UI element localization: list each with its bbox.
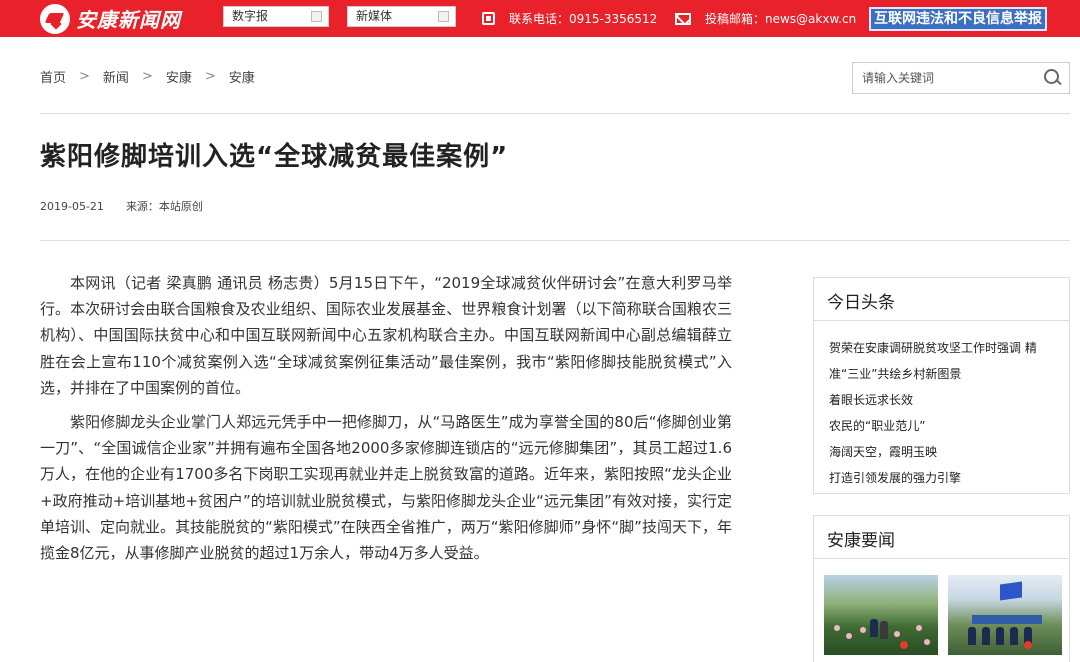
news-thumbnail-peony-field[interactable] xyxy=(824,575,938,655)
ankang-news-title: 安康要闻 xyxy=(827,531,895,551)
news-thumbnail-flag-ceremony[interactable] xyxy=(948,575,1062,655)
today-headlines-title: 今日头条 xyxy=(827,293,895,313)
breadcrumb-news[interactable]: 新闻 xyxy=(103,67,129,86)
divider xyxy=(814,558,1069,559)
headline-item[interactable]: 贺荣在安康调研脱贫攻坚工作时强调 精准“三业”共绘乡村新图景 xyxy=(829,335,1061,387)
logo-icon xyxy=(40,3,70,34)
article-paragraph: 本网讯（记者 梁真鹏 通讯员 杨志贵）5月15日下午，“2019全球减贫伙伴研讨… xyxy=(40,274,732,397)
report-illegal-info-button[interactable]: 互联网违法和不良信息举报 xyxy=(869,7,1047,31)
article-meta: 2019-05-21 来源：本站原创 xyxy=(40,198,203,214)
article-body: 本网讯（记者 梁真鹏 通讯员 杨志贵）5月15日下午，“2019全球减贫伙伴研讨… xyxy=(40,270,732,566)
today-headlines-panel: 今日头条 贺荣在安康调研脱贫攻坚工作时强调 精准“三业”共绘乡村新图景 着眼长远… xyxy=(813,277,1070,494)
photo-detail xyxy=(834,625,840,631)
breadcrumb-separator: > xyxy=(204,69,216,84)
top-bar: 安康新闻网 数字报 新媒体 联系电话：0915-3356512 投稿邮箱：new… xyxy=(0,0,1080,37)
photo-detail xyxy=(1000,581,1022,601)
breadcrumb-home[interactable]: 首页 xyxy=(40,67,66,86)
article-date: 2019-05-21 xyxy=(40,200,104,213)
divider xyxy=(40,240,1070,241)
photo-detail xyxy=(982,627,990,645)
headline-item[interactable]: 着眼长远求长效 xyxy=(829,387,1061,413)
article-paragraph: 紫阳修脚龙头企业掌门人郑远元凭手中一把修脚刀，从“马路医生”成为享誉全国的80后… xyxy=(40,413,732,563)
contact-email: 投稿邮箱：news@akxw.cn xyxy=(675,10,856,27)
photo-detail xyxy=(916,625,922,631)
breadcrumb-separator: > xyxy=(141,69,153,84)
breadcrumb: 首页 > 新闻 > 安康 > 安康 xyxy=(40,67,255,86)
phone-icon xyxy=(482,12,495,25)
photo-detail xyxy=(870,619,878,637)
logo-text: 安康新闻网 xyxy=(76,8,181,32)
site-logo[interactable]: 安康新闻网 xyxy=(40,3,181,34)
headline-item[interactable]: 海阔天空，霞明玉映 xyxy=(829,439,1061,465)
divider xyxy=(814,320,1069,321)
headline-item[interactable]: 打造引领发展的强力引擎 xyxy=(829,465,1061,491)
photo-detail xyxy=(846,633,852,639)
divider xyxy=(40,113,1070,114)
breadcrumb-ankang[interactable]: 安康 xyxy=(166,67,192,86)
dropdown-arrow-icon xyxy=(311,11,322,22)
breadcrumb-ankang-current[interactable]: 安康 xyxy=(229,67,255,86)
photo-detail xyxy=(860,627,866,633)
photo-detail xyxy=(1010,627,1018,645)
search-input[interactable] xyxy=(853,63,1033,93)
news-thumbnails xyxy=(824,575,1064,662)
photo-detail xyxy=(972,615,1042,624)
phone-text: 联系电话：0915-3356512 xyxy=(509,12,658,26)
digital-paper-select-label: 数字报 xyxy=(232,9,269,23)
search-icon[interactable] xyxy=(1043,68,1063,88)
new-media-select[interactable]: 新媒体 xyxy=(347,6,456,27)
photo-detail xyxy=(968,627,976,645)
headline-item[interactable]: 农民的“职业范儿” xyxy=(829,413,1061,439)
ankang-news-panel: 安康要闻 xyxy=(813,515,1070,662)
email-text: 投稿邮箱：news@akxw.cn xyxy=(705,12,857,26)
photo-detail xyxy=(880,621,888,639)
photo-detail xyxy=(924,639,930,645)
contact-phone: 联系电话：0915-3356512 xyxy=(482,10,657,27)
photo-detail xyxy=(996,627,1004,645)
photo-detail xyxy=(1024,641,1032,649)
search-box xyxy=(852,62,1070,94)
photo-detail xyxy=(894,631,900,637)
new-media-select-label: 新媒体 xyxy=(356,9,393,23)
digital-paper-select[interactable]: 数字报 xyxy=(223,6,329,27)
article-title: 紫阳修脚培训入选“全球减贫最佳案例” xyxy=(40,142,509,172)
mail-icon xyxy=(675,12,691,25)
dropdown-arrow-icon xyxy=(438,11,449,22)
article-source: 来源：本站原创 xyxy=(125,200,203,213)
headline-list: 贺荣在安康调研脱贫攻坚工作时强调 精准“三业”共绘乡村新图景 着眼长远求长效 农… xyxy=(829,335,1061,491)
breadcrumb-separator: > xyxy=(79,69,90,84)
photo-detail xyxy=(900,641,908,649)
